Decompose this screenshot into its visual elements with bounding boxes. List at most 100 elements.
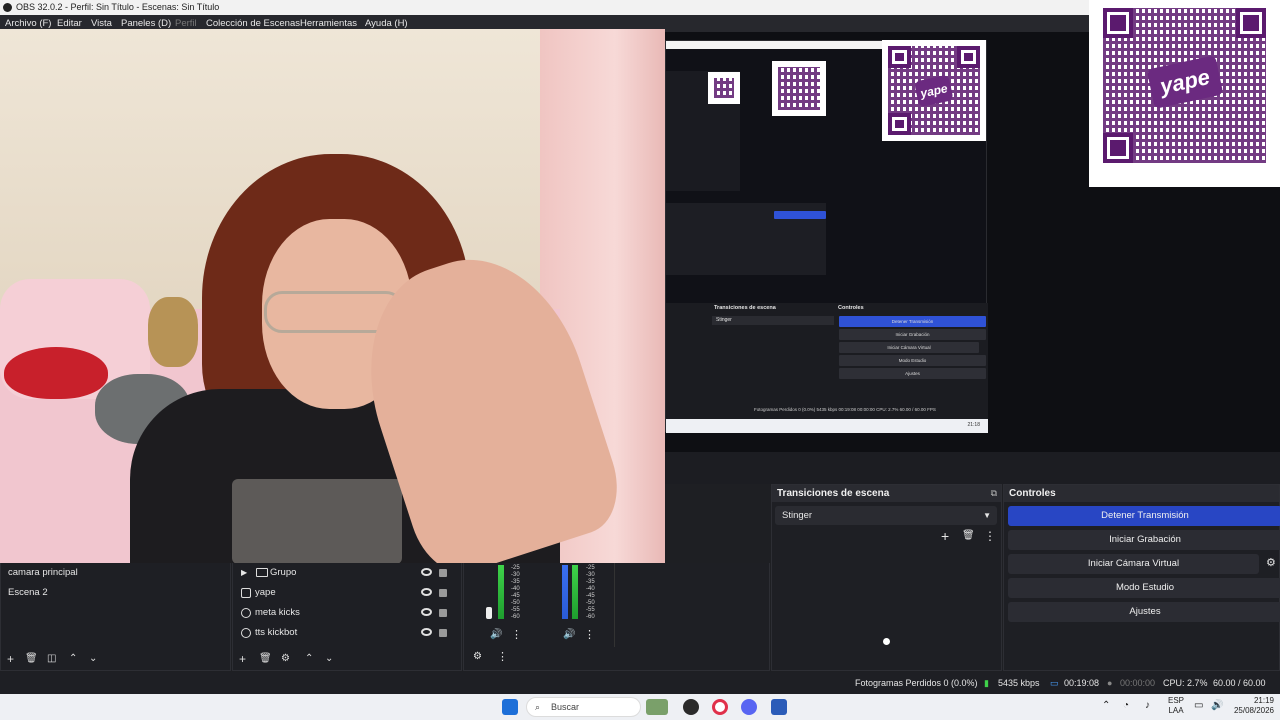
cursor-dot	[883, 638, 890, 645]
scene-item[interactable]: camara principal	[8, 563, 78, 583]
source-properties-gear-icon[interactable]: ⚙	[281, 649, 290, 669]
source-label: tts kickbot	[255, 627, 298, 638]
word-icon[interactable]	[771, 699, 787, 715]
visibility-eye-icon[interactable]	[421, 568, 432, 576]
folder-icon	[256, 568, 268, 577]
scenes-dock: camara principal Escena 2 + 🗑 ◫ ⌃ ⌄	[0, 563, 231, 671]
lock-icon[interactable]	[439, 609, 447, 617]
studio-mode-button[interactable]: Modo Estudio	[1008, 578, 1280, 598]
webcam-source	[0, 29, 665, 563]
source-label: Grupo	[270, 567, 297, 578]
meter-tick-label: -60	[511, 614, 520, 620]
meter-tick-label: -50	[511, 600, 520, 606]
move-source-up-icon[interactable]: ⌃	[305, 649, 313, 669]
add-scene-icon[interactable]: +	[7, 649, 14, 669]
source-row-grupo[interactable]: ▶ Grupo	[233, 563, 461, 583]
virtual-camera-gear-icon[interactable]: ⚙	[1266, 556, 1276, 569]
dock-splitter[interactable]	[665, 452, 1280, 484]
window-title: OBS 32.0.2 - Perfil: Sin Título - Escena…	[16, 2, 220, 12]
meter-tick-label: -35	[586, 579, 595, 585]
remove-transition-icon[interactable]: 🗑	[962, 530, 975, 541]
move-source-down-icon[interactable]: ⌄	[325, 649, 333, 669]
search-icon: ⌕	[535, 702, 541, 712]
nested-status: Fotogramas Perdidos 0 (0.0%) 5435 kbps 0…	[754, 407, 936, 412]
scene-item[interactable]: Escena 2	[8, 583, 48, 603]
nested-stinger: Stinger	[712, 316, 834, 325]
add-transition-icon[interactable]: +	[941, 528, 949, 544]
obs-taskbar-icon[interactable]	[683, 699, 699, 715]
lock-icon[interactable]	[439, 629, 447, 637]
scenes-toolbar: + 🗑 ◫ ⌃ ⌄	[5, 649, 225, 669]
taskbar-search[interactable]: ⌕ Buscar	[526, 697, 641, 717]
nested-top-strip	[666, 41, 888, 49]
source-row-tts-kickbot[interactable]: tts kickbot	[233, 623, 461, 643]
transition-select[interactable]: Stinger ▼	[775, 506, 997, 525]
tray-app-icon[interactable]: ◔	[1123, 700, 1129, 711]
visibility-eye-icon[interactable]	[421, 608, 432, 616]
mute-speaker-icon[interactable]: 🔊	[490, 629, 502, 640]
source-row-yape[interactable]: yape	[233, 583, 461, 603]
mute-speaker-icon[interactable]: 🔊	[563, 629, 575, 640]
audio-meter	[572, 565, 578, 619]
remove-scene-icon[interactable]: 🗑	[25, 649, 38, 669]
scene-filters-icon[interactable]: ◫	[47, 649, 56, 669]
add-source-icon[interactable]: +	[239, 649, 246, 669]
settings-button[interactable]: Ajustes	[1008, 602, 1280, 622]
source-row-meta-kicks[interactable]: meta kicks	[233, 603, 461, 623]
mixer-dock-menu-icon[interactable]: ⋮	[497, 650, 508, 663]
transition-menu-icon[interactable]: ⋮	[984, 529, 996, 543]
tray-chevron-up-icon[interactable]: ⌃	[1102, 700, 1110, 711]
record-icon: ●	[1107, 678, 1113, 688]
move-scene-down-icon[interactable]: ⌄	[89, 649, 97, 669]
mixer-menu-icon[interactable]: ⋮	[511, 628, 522, 641]
advanced-audio-gear-icon[interactable]: ⚙	[473, 651, 482, 662]
lock-icon[interactable]	[439, 589, 447, 597]
audio-meter	[498, 565, 504, 619]
nested-mini-stop-button	[774, 211, 826, 219]
chevron-down-icon: ▼	[983, 511, 991, 520]
nested-btn-stop: Detener Transmisión	[839, 316, 986, 327]
qr-mini	[708, 72, 740, 104]
bitrate: 5435 kbps	[998, 678, 1040, 688]
start-virtual-camera-button[interactable]: Iniciar Cámara Virtual	[1008, 554, 1259, 574]
search-placeholder: Buscar	[551, 702, 580, 712]
microphone-icon[interactable]: ♪	[1145, 700, 1150, 711]
mixer-menu-icon[interactable]: ⋮	[584, 628, 595, 641]
discord-icon[interactable]	[741, 699, 757, 715]
network-icon[interactable]: ▭	[1194, 700, 1203, 711]
nested-taskbar: 21:18	[666, 419, 988, 433]
signal-bars-icon: ▮	[984, 678, 989, 688]
meter-tick-label: -40	[511, 586, 520, 592]
expand-chevron-icon[interactable]: ▶	[241, 563, 247, 583]
opera-icon[interactable]	[712, 699, 728, 715]
meter-tick-label: -45	[511, 593, 520, 599]
remove-source-icon[interactable]: 🗑	[259, 649, 272, 669]
stop-stream-button[interactable]: Detener Transmisión	[1008, 506, 1280, 526]
visibility-eye-icon[interactable]	[421, 588, 432, 596]
clock-date: 25/08/2026	[1233, 706, 1274, 715]
nested-transitions-title: Transiciones de escena	[714, 305, 776, 311]
undock-icon[interactable]: ⧉	[991, 485, 997, 502]
stream-time: 00:19:08	[1064, 678, 1100, 688]
meter-tick-label: -55	[511, 607, 520, 613]
move-scene-up-icon[interactable]: ⌃	[69, 649, 77, 669]
browser-source-icon	[241, 628, 251, 638]
transitions-dock-header: Transiciones de escena ⧉	[772, 485, 1001, 502]
clock[interactable]: 21:19 25/08/2026	[1228, 696, 1274, 716]
sources-toolbar: + 🗑 ⚙ ⌃ ⌄	[237, 649, 457, 669]
windows-start-icon[interactable]	[502, 699, 518, 715]
meter-tick-label: -25	[586, 565, 595, 571]
windows-taskbar: ⌕ Buscar ⌃ ◔ ♪ ESP LAA ▭ 🔊 21:19 25/08/2…	[0, 694, 1280, 720]
transition-selected: Stinger	[782, 510, 813, 521]
visibility-eye-icon[interactable]	[421, 628, 432, 636]
start-recording-button[interactable]: Iniciar Grabación	[1008, 530, 1280, 550]
language-indicator[interactable]: ESP LAA	[1168, 696, 1184, 716]
nested-clock: 21:18	[967, 422, 980, 428]
meter-tick-label: -50	[586, 600, 595, 606]
nested-btn-vcam: Iniciar Cámara Virtual	[839, 342, 979, 353]
image-source-icon	[241, 588, 251, 598]
volume-slider-handle[interactable]	[486, 607, 492, 619]
widgets-icon[interactable]	[646, 699, 668, 715]
volume-icon[interactable]: 🔊	[1211, 700, 1223, 711]
lock-icon[interactable]	[439, 569, 447, 577]
